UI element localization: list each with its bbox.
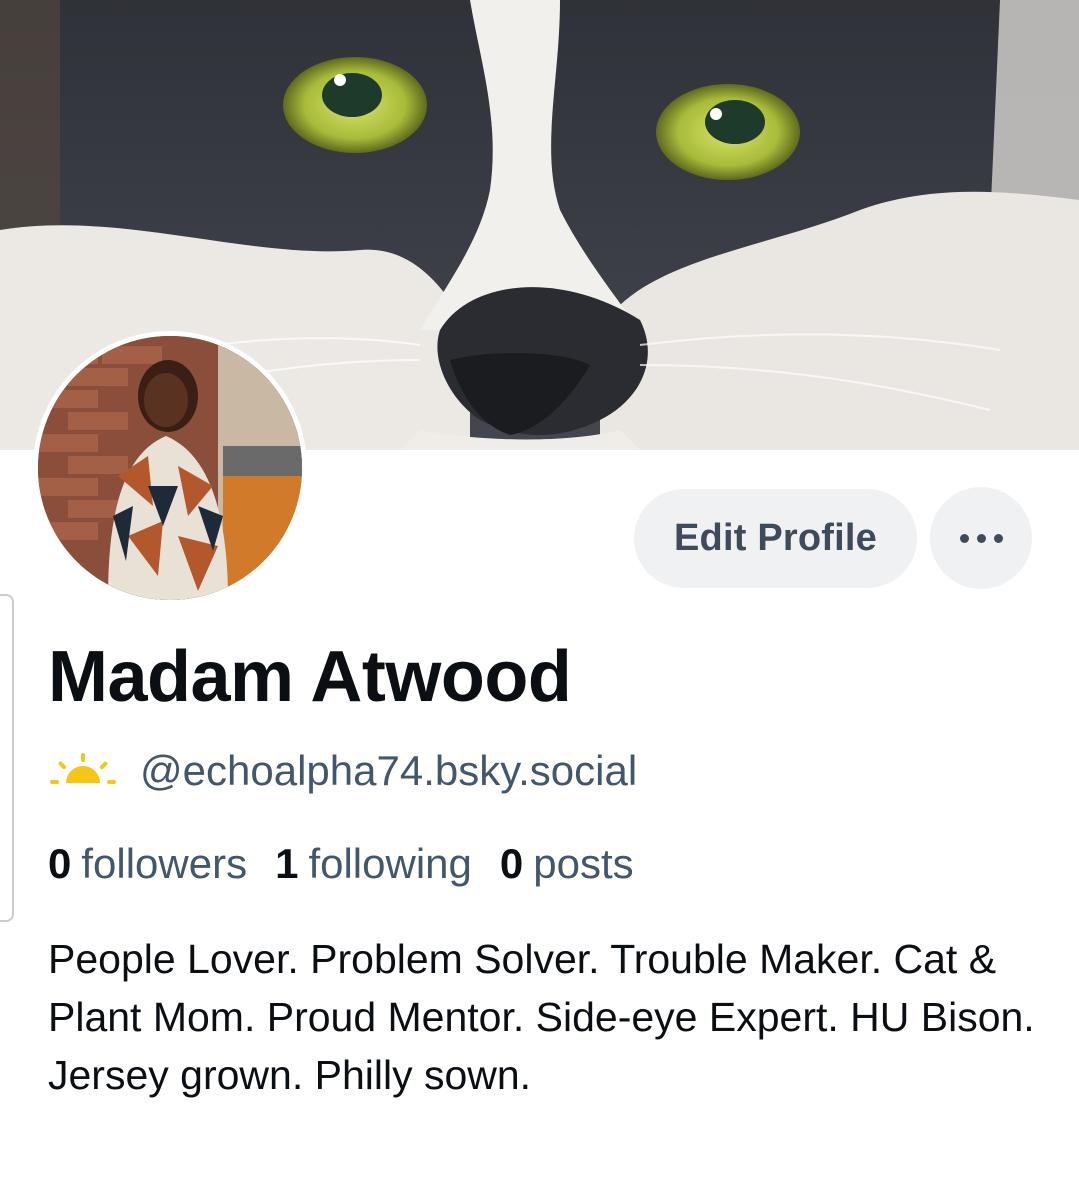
edit-profile-button[interactable]: Edit Profile <box>634 489 917 588</box>
posts-count: 0 <box>499 840 524 887</box>
avatar[interactable] <box>33 331 307 605</box>
ellipsis-icon <box>959 533 969 543</box>
sunrise-icon <box>50 753 116 784</box>
following-stat[interactable]: 1 following <box>275 840 472 888</box>
profile-stats: 0 followers 1 following 0 posts <box>48 840 662 890</box>
followers-label: followers <box>81 840 248 887</box>
display-name: Madam Atwood <box>48 637 572 717</box>
posts-label: posts <box>533 840 634 887</box>
scroll-indicator <box>0 594 14 922</box>
posts-stat: 0 posts <box>500 840 634 888</box>
following-label: following <box>308 840 472 887</box>
handle-text[interactable]: @echoalpha74.bsky.social <box>140 747 637 795</box>
avatar-photo <box>38 336 302 600</box>
following-count: 1 <box>275 840 299 887</box>
ellipsis-dot <box>976 533 986 543</box>
handle-row: @echoalpha74.bsky.social <box>50 746 637 796</box>
more-options-button[interactable] <box>930 487 1032 589</box>
profile-bio: People Lover. Problem Solver. Trouble Ma… <box>48 936 1035 1098</box>
ellipsis-dot <box>993 533 1003 543</box>
followers-stat[interactable]: 0 followers <box>48 840 247 888</box>
followers-count: 0 <box>48 840 72 887</box>
